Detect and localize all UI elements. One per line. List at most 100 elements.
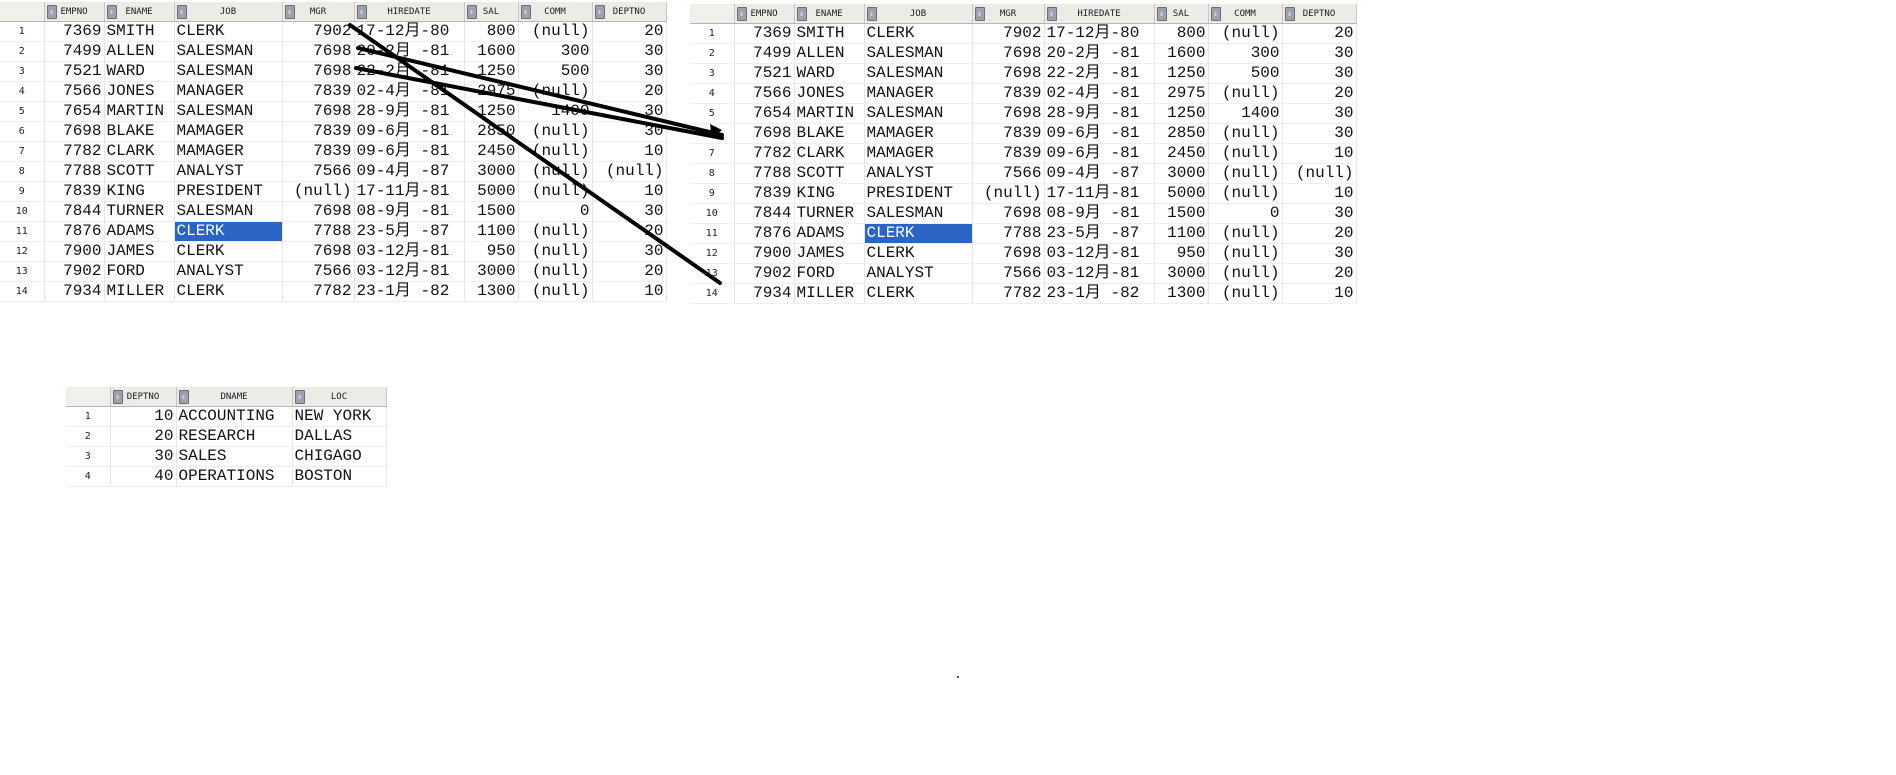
table-cell[interactable]: 09-6月 -81	[354, 121, 465, 142]
table-cell[interactable]: 3000	[464, 261, 519, 282]
table-cell[interactable]: 7782	[44, 141, 105, 162]
table-cell[interactable]: 7566	[734, 83, 795, 104]
column-header[interactable]: ⇕ HIREDATE	[354, 2, 465, 22]
table-cell[interactable]: 10	[1282, 183, 1357, 204]
table-cell[interactable]: 30	[592, 241, 667, 262]
table-row[interactable]: 3 7521 WARD SALESMAN 7698 22-2月 -81 1250 500 30	[690, 63, 1357, 84]
table-cell[interactable]: CLERK	[864, 243, 973, 264]
table-cell[interactable]: 20-2月 -81	[354, 41, 465, 62]
table-cell[interactable]: 500	[518, 61, 593, 82]
table-cell[interactable]: 2975	[1154, 83, 1209, 104]
table-cell[interactable]: 30	[592, 121, 667, 142]
table-cell[interactable]: 7566	[972, 163, 1045, 184]
table-cell[interactable]: (null)	[282, 181, 355, 202]
table-cell[interactable]: CLARK	[104, 141, 175, 162]
column-header[interactable]: ⇕ JOB	[864, 4, 973, 24]
table-cell[interactable]: 7782	[734, 143, 795, 164]
table-cell[interactable]: 7839	[972, 83, 1045, 104]
table-cell[interactable]: ADAMS	[794, 223, 865, 244]
table-cell[interactable]: 7698	[282, 101, 355, 122]
table-cell[interactable]: ANALYST	[174, 261, 283, 282]
sort-icon[interactable]: ⇕	[1210, 7, 1221, 21]
table-cell[interactable]: 7839	[282, 121, 355, 142]
table-cell[interactable]: 5000	[1154, 183, 1209, 204]
table-row[interactable]: 13 7902 FORD ANALYST 7566 03-12月-81 3000 (null)…	[0, 261, 667, 282]
table-cell[interactable]: 7698	[282, 41, 355, 62]
table-cell[interactable]: SCOTT	[794, 163, 865, 184]
table-cell[interactable]: (null)	[972, 183, 1045, 204]
column-header[interactable]: ⇕ SAL	[464, 2, 519, 22]
table-cell[interactable]: BLAKE	[794, 123, 865, 144]
table-cell[interactable]: 30	[110, 446, 177, 467]
table-cell[interactable]: RESEARCH	[176, 426, 293, 447]
sort-icon[interactable]: ⇕	[176, 5, 187, 19]
table-cell[interactable]: (null)	[1208, 283, 1283, 304]
table-row[interactable]: 3 7521 WARD SALESMAN 7698 22-2月 -81 1250 500 30	[0, 61, 667, 82]
table-cell[interactable]: 1100	[1154, 223, 1209, 244]
table-cell[interactable]: 2975	[464, 81, 519, 102]
column-header[interactable]: ⇕ DNAME	[176, 387, 293, 407]
table-cell[interactable]: MARTIN	[104, 101, 175, 122]
sort-icon[interactable]: ⇕	[284, 5, 295, 19]
table-cell[interactable]: 03-12月-81	[1044, 263, 1155, 284]
table-cell[interactable]: ACCOUNTING	[176, 406, 293, 427]
column-header[interactable]: ⇕ DEPTNO	[110, 387, 177, 407]
table-cell[interactable]: CLERK	[864, 223, 973, 244]
table-cell[interactable]: 950	[1154, 243, 1209, 264]
column-header[interactable]: ⇕ LOC	[292, 387, 387, 407]
table-cell[interactable]: 28-9月 -81	[1044, 103, 1155, 124]
table-cell[interactable]: 1500	[464, 201, 519, 222]
sort-icon[interactable]: ⇕	[866, 7, 877, 21]
table-cell[interactable]: 7698	[972, 43, 1045, 64]
table-cell[interactable]: (null)	[518, 241, 593, 262]
table-cell[interactable]: (null)	[1208, 183, 1283, 204]
table-cell[interactable]: 7698	[972, 243, 1045, 264]
table-row[interactable]: 2 20 RESEARCH DALLAS	[66, 426, 387, 447]
table-row[interactable]: 2 7499 ALLEN SALESMAN 7698 20-2月 -81 1600 300 30	[0, 41, 667, 62]
table-cell[interactable]: SALESMAN	[864, 43, 973, 64]
table-row[interactable]: 6 7698 BLAKE MAMAGER 7839 09-6月 -81 2850 (null)…	[690, 123, 1357, 144]
sort-icon[interactable]: ⇕	[796, 7, 807, 21]
table-cell[interactable]: MAMAGER	[174, 141, 283, 162]
table-cell[interactable]: MARTIN	[794, 103, 865, 124]
table-cell[interactable]: 23-5月 -87	[354, 221, 465, 242]
table-cell[interactable]: 800	[1154, 23, 1209, 44]
table-cell[interactable]: 0	[518, 201, 593, 222]
column-header[interactable]: ⇕ COMM	[1208, 4, 1283, 24]
table-cell[interactable]: 2450	[1154, 143, 1209, 164]
table-cell[interactable]: 30	[1282, 123, 1357, 144]
table-row[interactable]: 8 7788 SCOTT ANALYST 7566 09-4月 -87 3000 (null)…	[690, 163, 1357, 184]
table-cell[interactable]: 1300	[464, 281, 519, 302]
table-row[interactable]: 7 7782 CLARK MAMAGER 7839 09-6月 -81 2450 (null)…	[0, 141, 667, 162]
table-cell[interactable]: 02-4月 -81	[1044, 83, 1155, 104]
table-cell[interactable]: (null)	[1208, 163, 1283, 184]
table-row[interactable]: 9 7839 KING PRESIDENT (null) 17-11月-81 5000 (nu…	[0, 181, 667, 202]
table-cell[interactable]: ADAMS	[104, 221, 175, 242]
column-header[interactable]: ⇕ EMPNO	[734, 4, 795, 24]
sort-icon[interactable]: ⇕	[294, 390, 305, 404]
table-cell[interactable]: CLERK	[864, 23, 973, 44]
table-cell[interactable]: CLERK	[864, 283, 973, 304]
sort-icon[interactable]: ⇕	[736, 7, 747, 21]
table-cell[interactable]: 7698	[972, 63, 1045, 84]
table-row[interactable]: 5 7654 MARTIN SALESMAN 7698 28-9月 -81 1250 1400…	[690, 103, 1357, 124]
table-cell[interactable]: ANALYST	[864, 263, 973, 284]
table-cell[interactable]: SALESMAN	[174, 61, 283, 82]
sort-icon[interactable]: ⇕	[106, 5, 117, 19]
column-header[interactable]: ⇕ MGR	[972, 4, 1045, 24]
table-cell[interactable]: 7369	[734, 23, 795, 44]
table-cell[interactable]: (null)	[1208, 263, 1283, 284]
sort-icon[interactable]: ⇕	[46, 5, 57, 19]
table-cell[interactable]: JONES	[794, 83, 865, 104]
table-cell[interactable]: CLERK	[174, 21, 283, 42]
table-cell[interactable]: 7900	[44, 241, 105, 262]
table-row[interactable]: 11 7876 ADAMS CLERK 7788 23-5月 -87 1100 (null) 2…	[690, 223, 1357, 244]
table-cell[interactable]: NEW YORK	[292, 406, 387, 427]
table-cell[interactable]: 08-9月 -81	[1044, 203, 1155, 224]
column-header[interactable]: ⇕ HIREDATE	[1044, 4, 1155, 24]
table-cell[interactable]: 30	[1282, 243, 1357, 264]
table-cell[interactable]: (null)	[592, 161, 667, 182]
table-cell[interactable]: 1500	[1154, 203, 1209, 224]
table-cell[interactable]: 20	[1282, 83, 1357, 104]
table-cell[interactable]: 09-6月 -81	[1044, 123, 1155, 144]
